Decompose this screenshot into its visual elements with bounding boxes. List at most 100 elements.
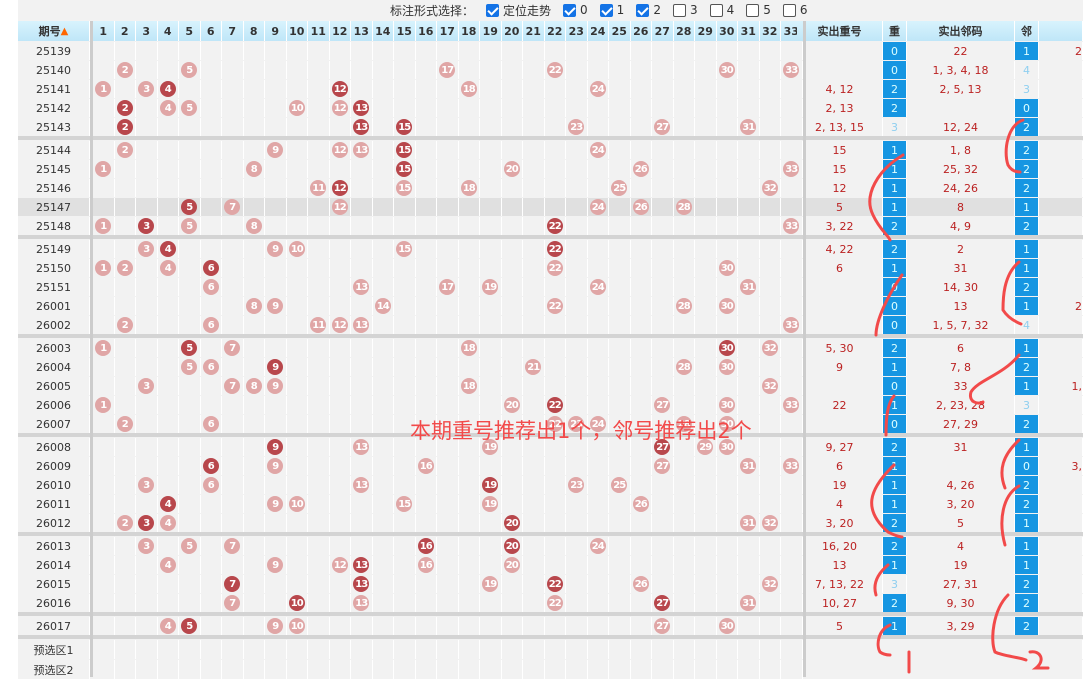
preselect-cell[interactable] [416,660,437,679]
preselect-cell[interactable] [480,640,502,659]
preselect-cell[interactable] [373,640,394,659]
preselect-cell[interactable] [308,660,330,679]
preselect-cell[interactable] [93,660,115,679]
preselect-cell[interactable] [265,640,287,659]
checkbox-5[interactable] [709,3,723,17]
sort-arrows-icon[interactable]: ▲ [61,26,69,37]
drawn-ball: 9 [267,496,284,512]
preselect-cell[interactable] [179,640,201,659]
preselect-cell[interactable] [523,640,545,659]
checkbox-6[interactable] [746,3,760,17]
preselect-cell[interactable] [523,660,545,679]
preselect-cell[interactable] [695,640,717,659]
preselect-cell[interactable] [351,660,373,679]
preselect-cell[interactable] [244,660,265,679]
number-cell [437,556,459,574]
number-cell [652,339,674,357]
preselect-cell[interactable] [674,640,695,659]
preselect-cell[interactable] [201,660,222,679]
preselect-cell[interactable] [308,640,330,659]
drawn-ball: 19 [482,496,499,512]
preselect-cell[interactable] [265,660,287,679]
extra-cell [1039,198,1083,216]
preselect-cell[interactable] [781,640,803,659]
preselect-cell[interactable] [222,660,244,679]
adjacent-count: 1 [1015,240,1039,258]
number-cell: 20 [502,160,523,178]
preselect-cell[interactable] [738,640,760,659]
preselect-cell[interactable] [566,640,588,659]
number-cell [717,316,738,334]
preselect-cell[interactable] [287,640,308,659]
preselect-cell[interactable] [201,640,222,659]
preselect-cell[interactable] [437,640,459,659]
number-cell [480,240,502,258]
preselect-cell[interactable] [158,640,179,659]
header-period[interactable]: 期号 ▲ [18,21,90,41]
number-cell [760,358,781,376]
preselect-cell[interactable] [394,660,416,679]
preselect-cell[interactable] [695,660,717,679]
checkbox-4[interactable] [672,3,686,17]
preselect-cell[interactable] [93,640,115,659]
preselect-cell[interactable] [416,640,437,659]
number-cell [459,396,480,414]
number-cell: 7 [222,537,244,555]
preselect-cell[interactable] [373,660,394,679]
checkbox-2[interactable] [599,3,613,17]
number-cell [244,179,265,197]
preselect-cell[interactable] [287,660,308,679]
preselect-cell[interactable] [545,660,566,679]
adjacent-count: 2 [1015,594,1039,612]
preselect-cell[interactable] [502,640,523,659]
adjacent-count-value: 3 [1023,398,1030,412]
repeat-ball: 2 [116,119,133,135]
preselect-cell[interactable] [394,640,416,659]
preselect-cell[interactable] [244,640,265,659]
preselect-cell[interactable] [437,660,459,679]
preselect-cell[interactable] [136,660,158,679]
preselect-cell[interactable] [158,660,179,679]
preselect-cell[interactable] [674,660,695,679]
preselect-cell[interactable] [760,640,781,659]
preselect-cell[interactable] [179,660,201,679]
preselect-cell[interactable] [115,640,136,659]
adjacent-count: 2 [1015,476,1039,494]
checkbox-3[interactable] [636,3,650,17]
preselect-cell[interactable] [609,640,631,659]
checkbox-0[interactable] [486,3,500,17]
checkbox-1[interactable] [563,3,577,17]
checkbox-7[interactable] [782,3,796,17]
number-cell [631,594,652,612]
preselect-cell[interactable] [717,640,738,659]
preselect-cell[interactable] [459,660,480,679]
number-cell [373,141,394,159]
preselect-cell[interactable] [459,640,480,659]
preselect-cell[interactable] [738,660,760,679]
preselect-cell[interactable] [609,660,631,679]
number-cell [93,240,115,258]
preselect-cell[interactable] [502,660,523,679]
preselect-cell[interactable] [566,660,588,679]
preselect-cell[interactable] [136,640,158,659]
preselect-cell[interactable] [588,640,609,659]
preselect-cell[interactable] [781,660,803,679]
preselect-cell[interactable] [545,640,566,659]
number-cell [631,476,652,494]
preselect-cell[interactable] [588,660,609,679]
number-cell: 9 [265,617,287,635]
preselect-cell[interactable] [652,640,674,659]
number-cell [459,537,480,555]
preselect-cell[interactable] [330,660,351,679]
preselect-cell[interactable] [717,660,738,679]
preselect-cell[interactable] [760,660,781,679]
preselect-cell[interactable] [351,640,373,659]
number-cell [566,377,588,395]
preselect-cell[interactable] [115,660,136,679]
preselect-cell[interactable] [631,640,652,659]
preselect-cell[interactable] [222,640,244,659]
preselect-cell[interactable] [480,660,502,679]
preselect-cell[interactable] [652,660,674,679]
preselect-cell[interactable] [631,660,652,679]
preselect-cell[interactable] [330,640,351,659]
